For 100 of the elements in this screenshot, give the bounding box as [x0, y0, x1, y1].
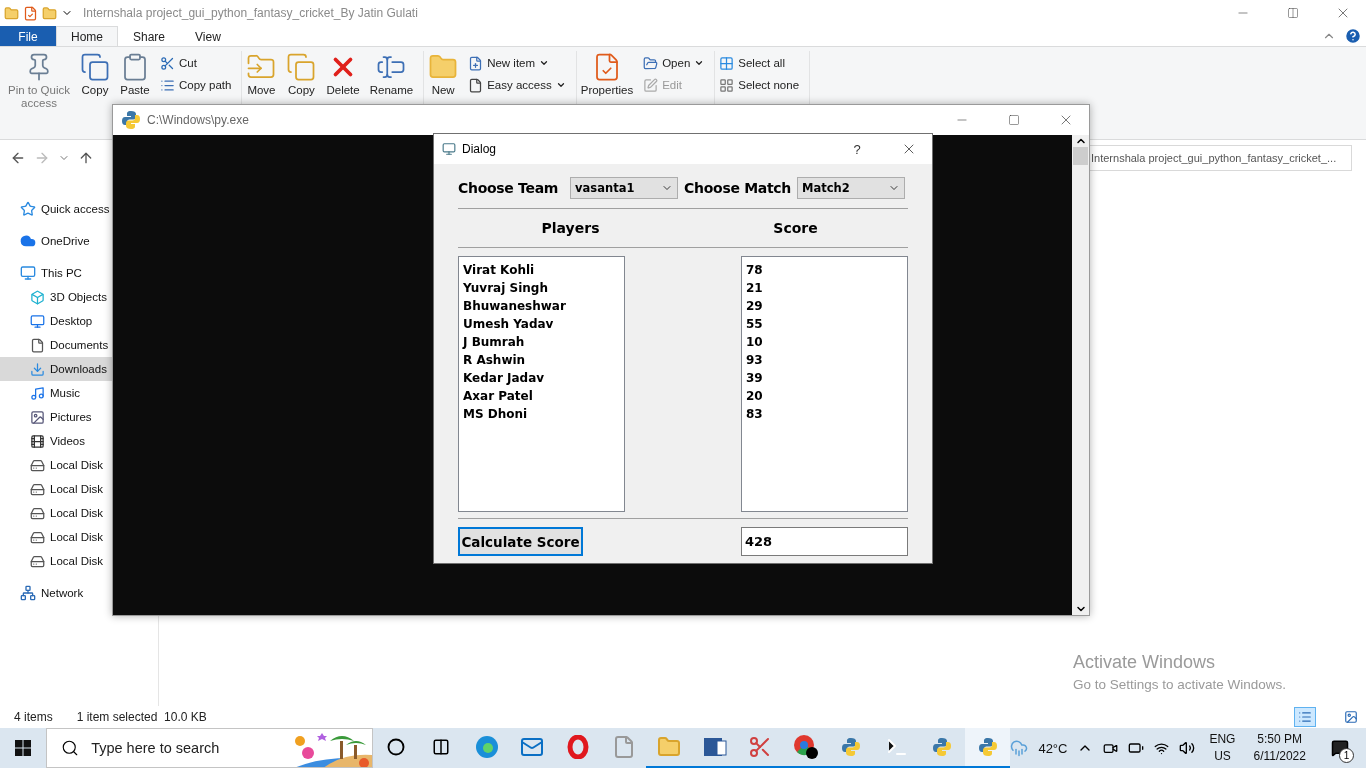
network-icon: [20, 585, 36, 601]
score-value[interactable]: 55: [746, 315, 903, 333]
ribbon-button[interactable]: Rename: [367, 51, 416, 98]
search-placeholder: Type here to search: [91, 740, 220, 756]
score-value[interactable]: 83: [746, 405, 903, 423]
language-button[interactable]: ENG US: [1205, 731, 1240, 765]
clock[interactable]: 5:50 PM 6/11/2022: [1249, 731, 1310, 765]
score-value[interactable]: 93: [746, 351, 903, 369]
player-name[interactable]: Umesh Yadav: [463, 315, 620, 333]
sidebar-item[interactable]: Local Disk: [0, 453, 112, 477]
browser-icon: [474, 735, 499, 759]
window-title: Internshala project_gui_python_fantasy_cricket_By Jatin Gulati: [83, 6, 418, 20]
up-icon[interactable]: [78, 150, 94, 166]
ribbon-button[interactable]: Select none: [717, 75, 802, 95]
sidebar-item[interactable]: Videos: [0, 429, 112, 453]
ribbon-button[interactable]: Properties: [578, 51, 636, 98]
team-dropdown[interactable]: vasanta1: [570, 177, 679, 199]
player-name[interactable]: R Ashwin: [463, 351, 620, 369]
sidebar-item[interactable]: Downloads: [0, 357, 112, 381]
score-value[interactable]: 39: [746, 369, 903, 387]
properties-icon[interactable]: [23, 5, 38, 21]
ribbon-button[interactable]: Copy: [78, 51, 112, 98]
player-name[interactable]: MS Dhoni: [463, 405, 620, 423]
player-name[interactable]: Yuvraj Singh: [463, 279, 620, 297]
ribbon-button[interactable]: Copy: [284, 51, 319, 98]
help-button[interactable]: ?: [834, 136, 880, 162]
player-name[interactable]: Bhuwaneshwar: [463, 297, 620, 315]
score-value[interactable]: 20: [746, 387, 903, 405]
ribbon-button[interactable]: Copy path: [158, 75, 234, 95]
new-file-icon: [468, 55, 484, 71]
weather-icon[interactable]: [1010, 739, 1029, 757]
help-icon[interactable]: [1344, 27, 1362, 45]
item-count: 4 items: [14, 710, 53, 724]
new-folder-icon[interactable]: [42, 5, 57, 21]
calculate-score-button[interactable]: Calculate Score: [458, 527, 583, 556]
path-icon: [160, 77, 175, 93]
battery-icon[interactable]: [1128, 740, 1145, 756]
copy-pages-icon: [286, 52, 317, 82]
document-icon: [468, 77, 484, 93]
activation-hint: Go to Settings to activate Windows.: [1073, 677, 1287, 692]
taskbar-search-field[interactable]: Type here to search: [46, 728, 374, 768]
score-value[interactable]: 21: [746, 279, 903, 297]
match-dropdown[interactable]: Match2: [797, 177, 906, 199]
player-name[interactable]: Kedar Jadav: [463, 369, 620, 387]
cloud-icon: [20, 233, 36, 249]
search-field[interactable]: Internshala project_gui_python_fantasy_cricket_...: [1088, 145, 1352, 171]
ribbon-button[interactable]: Cut: [158, 53, 234, 73]
sidebar-item[interactable]: Desktop: [0, 309, 112, 333]
players-list[interactable]: Virat Kohli Yuvraj Singh Bhuwaneshwar Umesh Yadav J Bumrah R Ashwin Kedar Jadav Axar Patel MS Dhoni: [458, 256, 625, 512]
ribbon-tab[interactable]: Home: [56, 26, 118, 46]
sidebar-item[interactable]: Music: [0, 381, 112, 405]
player-name[interactable]: J Bumrah: [463, 333, 620, 351]
sidebar-item[interactable]: Quick access: [0, 197, 112, 221]
sidebar-item[interactable]: OneDrive: [0, 229, 112, 253]
download-icon: [30, 361, 45, 377]
sidebar-item[interactable]: Pictures: [0, 405, 112, 429]
circle-icon: [386, 738, 405, 756]
scores-list[interactable]: 78 21 29 55 10 93 39 20 83: [741, 256, 908, 512]
ribbon-button[interactable]: Paste: [118, 51, 152, 98]
sidebar-item[interactable]: 3D Objects: [0, 285, 112, 309]
scroll-thumb[interactable]: [1073, 147, 1088, 165]
sidebar-item[interactable]: Local Disk: [0, 525, 112, 549]
film-icon: [30, 433, 45, 449]
player-name[interactable]: Virat Kohli: [463, 261, 620, 279]
ribbon-button[interactable]: Select all: [717, 53, 802, 73]
details-view-button[interactable]: [1294, 707, 1316, 727]
total-score-field[interactable]: 428: [741, 527, 908, 556]
volume-icon[interactable]: [1179, 740, 1196, 756]
scrollbar[interactable]: [1072, 135, 1089, 615]
ribbon-button[interactable]: Open: [641, 53, 707, 73]
search-icon: [61, 739, 80, 757]
sidebar-item[interactable]: Documents: [0, 333, 112, 357]
ribbon-tab[interactable]: View: [180, 26, 236, 46]
grid-icon: [719, 55, 735, 71]
score-value[interactable]: 29: [746, 297, 903, 315]
ribbon-tab[interactable]: Share: [118, 26, 181, 46]
back-icon[interactable]: [10, 150, 26, 166]
score-value[interactable]: 10: [746, 333, 903, 351]
sidebar-item[interactable]: This PC: [0, 261, 112, 285]
sidebar-item[interactable]: Local Disk: [0, 549, 112, 573]
ribbon-button[interactable]: Delete: [324, 51, 362, 98]
temperature[interactable]: 42°C: [1038, 740, 1068, 756]
wifi-icon[interactable]: [1154, 740, 1170, 756]
desktop-icon: [30, 313, 45, 329]
sidebar-item[interactable]: Network: [0, 581, 112, 605]
player-name[interactable]: Axar Patel: [463, 387, 620, 405]
score-value[interactable]: 78: [746, 261, 903, 279]
ribbon-button[interactable]: Easy access: [466, 75, 568, 95]
sidebar-item[interactable]: Local Disk: [0, 477, 112, 501]
folder-icon[interactable]: [4, 5, 19, 21]
sidebar-item[interactable]: Local Disk: [0, 501, 112, 525]
ribbon-button[interactable]: New: [426, 51, 461, 98]
ribbon-button[interactable]: New item: [466, 53, 568, 73]
notifications-button[interactable]: 1: [1319, 728, 1360, 768]
file-menu-tab[interactable]: File: [0, 26, 56, 46]
grid-outline-icon: [719, 77, 735, 93]
list-icon: [1298, 710, 1312, 724]
ribbon-button[interactable]: Move: [244, 51, 279, 98]
open-icon: [643, 55, 659, 71]
copy-icon: [80, 52, 110, 82]
